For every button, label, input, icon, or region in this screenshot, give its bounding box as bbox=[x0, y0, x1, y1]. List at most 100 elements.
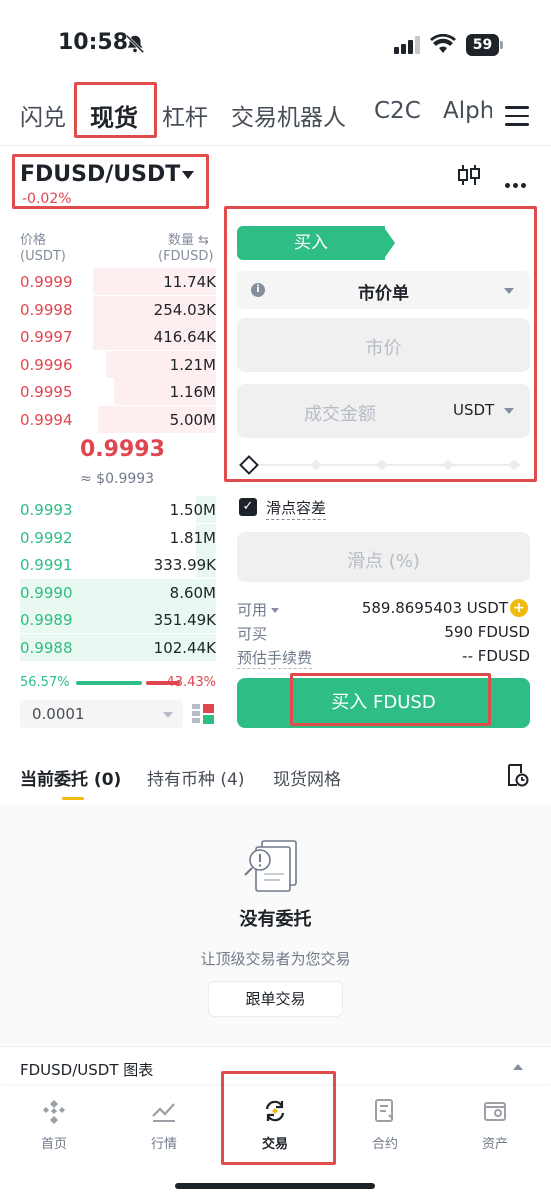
futures-icon bbox=[375, 1099, 394, 1122]
price-header: 价格 bbox=[20, 233, 47, 248]
ask-qty: 5.00M bbox=[169, 410, 216, 429]
nav-assets[interactable]: 资产 bbox=[455, 1098, 535, 1152]
can-buy-label: 可买 bbox=[237, 625, 268, 643]
ask-price: 0.9994 bbox=[20, 410, 73, 429]
tab-trading-bots[interactable]: 交易机器人 bbox=[231, 98, 346, 132]
cellular-signal-icon bbox=[394, 36, 420, 54]
fee-label[interactable]: 预估手续费 bbox=[237, 647, 313, 669]
available-value: 589.8695403 USDT bbox=[361, 599, 508, 617]
order-history-icon[interactable] bbox=[505, 763, 529, 787]
ask-price: 0.9996 bbox=[20, 355, 73, 374]
chevron-down-icon[interactable] bbox=[182, 171, 194, 179]
tab-alpha[interactable]: Alph bbox=[443, 98, 492, 124]
amount-slider[interactable] bbox=[239, 455, 520, 475]
chevron-down-icon bbox=[504, 288, 514, 294]
fee-value: -- FDUSD bbox=[462, 647, 530, 665]
slippage-input[interactable]: 滑点 (%) bbox=[237, 532, 530, 582]
ask-qty: 1.16M bbox=[169, 383, 216, 401]
slippage-placeholder: 滑点 (%) bbox=[347, 551, 420, 572]
amount-input[interactable]: 成交金额 USDT bbox=[237, 384, 530, 438]
tab-spot-grid[interactable]: 现货网格 bbox=[273, 765, 341, 790]
bid-row[interactable]: 0.9991 333.99K bbox=[20, 551, 216, 578]
ask-row[interactable]: 0.9996 1.21M bbox=[20, 350, 216, 378]
wifi-icon bbox=[430, 34, 456, 53]
bid-price: 0.9989 bbox=[20, 611, 73, 629]
ask-row[interactable]: 0.9998 254.03K bbox=[20, 295, 216, 323]
buy-ratio-bar bbox=[76, 681, 142, 685]
slippage-checkbox[interactable]: ✓ bbox=[239, 498, 257, 516]
ask-price: 0.9997 bbox=[20, 328, 73, 346]
status-bar: 10:58 59 bbox=[0, 0, 551, 88]
slider-handle[interactable] bbox=[239, 455, 259, 475]
slider-mark-25[interactable] bbox=[310, 459, 322, 471]
tab-spot[interactable]: 现货 bbox=[90, 98, 138, 133]
bid-qty: 333.99K bbox=[153, 556, 216, 574]
tab-holdings[interactable]: 持有币种 (4) bbox=[147, 765, 244, 790]
bid-qty: 102.44K bbox=[153, 638, 216, 657]
nav-trade[interactable]: 交易 bbox=[235, 1098, 315, 1152]
empty-document-icon bbox=[244, 840, 297, 892]
price-placeholder: 市价 bbox=[365, 338, 402, 359]
order-type-label: 市价单 bbox=[358, 284, 409, 304]
menu-icon[interactable] bbox=[505, 106, 529, 126]
ask-row[interactable]: 0.9999 11.74K bbox=[20, 268, 216, 295]
buy-sell-toggle: 卖出 买入 bbox=[237, 226, 530, 260]
bid-price: 0.9990 bbox=[20, 583, 73, 602]
slider-mark-100[interactable] bbox=[508, 459, 520, 471]
price-input[interactable]: 市价 bbox=[237, 318, 530, 372]
candlestick-chart-icon[interactable] bbox=[456, 162, 482, 188]
add-funds-icon[interactable]: + bbox=[510, 599, 528, 617]
fee-row: 预估手续费 -- FDUSD bbox=[237, 647, 530, 669]
slider-mark-50[interactable] bbox=[376, 459, 388, 471]
ask-qty: 416.64K bbox=[153, 328, 216, 346]
nav-trade-label: 交易 bbox=[261, 1137, 288, 1152]
trade-mode-tabs: 闪兑 现货 杠杆 交易机器人 C2C Alph bbox=[0, 90, 551, 142]
more-options-icon[interactable] bbox=[505, 173, 529, 188]
ask-qty: 1.21M bbox=[169, 355, 216, 374]
bid-row[interactable]: 0.9988 102.44K bbox=[20, 633, 216, 661]
bid-row[interactable]: 0.9989 351.49K bbox=[20, 606, 216, 633]
nav-futures[interactable]: 合约 bbox=[345, 1098, 425, 1152]
bell-muted-icon bbox=[125, 34, 145, 54]
ask-row[interactable]: 0.9997 416.64K bbox=[20, 323, 216, 350]
can-buy-row: 可买 590 FDUSD bbox=[237, 623, 530, 645]
bid-row[interactable]: 0.9992 1.81M bbox=[20, 523, 216, 551]
nav-divider bbox=[0, 145, 551, 146]
nav-futures-label: 合约 bbox=[371, 1137, 398, 1152]
chart-bar-label: FDUSD/USDT 图表 bbox=[20, 1061, 154, 1079]
tab-c2c[interactable]: C2C bbox=[374, 98, 421, 124]
bid-price: 0.9991 bbox=[20, 556, 73, 574]
nav-markets[interactable]: 行情 bbox=[124, 1098, 204, 1152]
chevron-down-icon bbox=[163, 712, 173, 718]
ask-row[interactable]: 0.9995 1.16M bbox=[20, 378, 216, 405]
qty-header[interactable]: 数量 ⇆ bbox=[168, 229, 209, 248]
available-label[interactable]: 可用 bbox=[237, 599, 280, 620]
copy-trading-button[interactable]: 跟单交易 bbox=[208, 981, 343, 1017]
amount-unit-select[interactable]: USDT bbox=[453, 401, 494, 419]
chart-toggle-bar[interactable]: FDUSD/USDT 图表 bbox=[0, 1046, 551, 1086]
empty-title: 没有委托 bbox=[239, 909, 312, 930]
nav-home-label: 首页 bbox=[40, 1137, 67, 1152]
amount-placeholder: 成交金额 bbox=[304, 404, 376, 425]
last-price[interactable]: 0.9993 bbox=[80, 437, 165, 462]
tab-margin[interactable]: 杠杆 bbox=[162, 98, 208, 132]
tab-convert[interactable]: 闪兑 bbox=[20, 98, 66, 132]
slippage-label[interactable]: 滑点容差 bbox=[266, 497, 327, 520]
ask-qty: 254.03K bbox=[153, 300, 216, 319]
sell-tab[interactable]: 卖出 bbox=[377, 226, 530, 260]
ask-price: 0.9995 bbox=[20, 383, 73, 401]
buy-fdusd-button[interactable]: 买入 FDUSD bbox=[237, 678, 530, 728]
slider-mark-75[interactable] bbox=[442, 459, 454, 471]
nav-home[interactable]: 首页 bbox=[14, 1098, 94, 1152]
order-type-select[interactable]: i 市价单 bbox=[237, 271, 530, 309]
order-book-layout-icon[interactable] bbox=[191, 702, 215, 726]
bid-row[interactable]: 0.9993 1.50M bbox=[20, 496, 216, 523]
home-icon bbox=[43, 1100, 65, 1124]
tick-size-select[interactable]: 0.0001 bbox=[20, 700, 183, 728]
buy-tab[interactable]: 买入 bbox=[237, 226, 385, 260]
pair-selector[interactable]: FDUSD/USDT bbox=[20, 162, 180, 187]
bid-row[interactable]: 0.9990 8.60M bbox=[20, 578, 216, 606]
ask-row[interactable]: 0.9994 5.00M bbox=[20, 405, 216, 433]
tab-open-orders[interactable]: 当前委托 (0) bbox=[20, 765, 121, 790]
chevron-up-icon[interactable] bbox=[513, 1064, 523, 1070]
